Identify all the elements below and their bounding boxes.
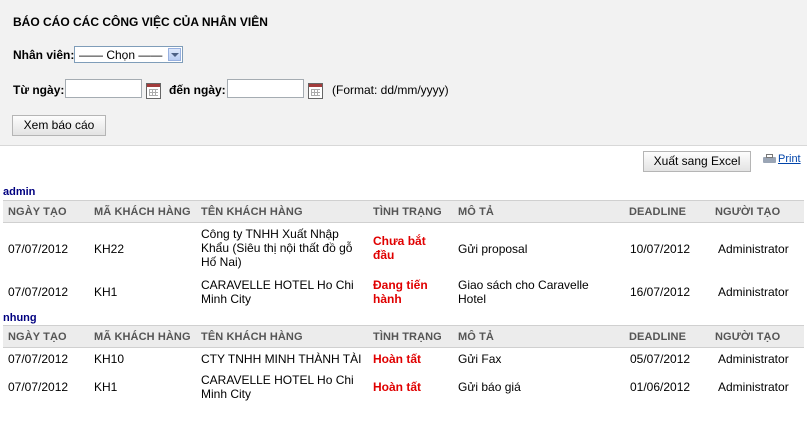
- to-date-input[interactable]: [227, 79, 304, 98]
- print-label: Print: [778, 153, 801, 165]
- cell-date: 07/07/2012: [8, 285, 69, 299]
- cell-code: KH1: [94, 285, 118, 299]
- col-header: DEADLINE: [629, 331, 687, 343]
- cell-creator: Administrator: [718, 242, 789, 256]
- calendar-icon[interactable]: [146, 83, 161, 99]
- table-header: NGÀY TẠO MÃ KHÁCH HÀNG TÊN KHÁCH HÀNG TÌ…: [3, 325, 804, 348]
- cell-desc: Giao sách cho Caravelle Hotel: [458, 278, 589, 306]
- cell-desc: Gửi Fax: [458, 352, 502, 366]
- col-header: NGÀY TẠO: [8, 206, 67, 218]
- cell-desc: Gửi báo giá: [458, 380, 521, 394]
- col-header: MÔ TẢ: [458, 206, 494, 218]
- cell-date: 07/07/2012: [8, 352, 69, 366]
- cell-creator: Administrator: [718, 380, 789, 394]
- cell-status: Hoàn tất: [373, 380, 421, 394]
- cell-date: 07/07/2012: [8, 242, 69, 256]
- cell-creator: Administrator: [718, 352, 789, 366]
- filter-panel: BÁO CÁO CÁC CÔNG VIỆC CỦA NHÂN VIÊN Nhân…: [0, 0, 807, 146]
- employee-select-value: —— Chọn ——: [79, 48, 163, 62]
- cell-customer: CARAVELLE HOTEL Ho Chi Minh City: [201, 373, 354, 401]
- cell-deadline: 16/07/2012: [630, 285, 691, 299]
- col-header: NGƯỜI TẠO: [715, 331, 781, 343]
- cell-customer: Công ty TNHH Xuất Nhập Khẩu (Siêu thị nộ…: [201, 227, 353, 269]
- view-report-button[interactable]: Xem báo cáo: [12, 115, 106, 136]
- col-header: MÃ KHÁCH HÀNG: [94, 206, 191, 218]
- date-format-hint: (Format: dd/mm/yyyy): [332, 83, 449, 97]
- print-link[interactable]: Print: [763, 153, 801, 165]
- employee-select[interactable]: —— Chọn ——: [74, 46, 183, 63]
- to-date-label: đến ngày:: [169, 83, 226, 97]
- from-date-input[interactable]: [65, 79, 142, 98]
- employee-label: Nhân viên:: [13, 48, 75, 62]
- printer-icon: [763, 153, 776, 165]
- calendar-icon[interactable]: [308, 83, 323, 99]
- col-header: TÊN KHÁCH HÀNG: [201, 331, 303, 343]
- cell-deadline: 10/07/2012: [630, 242, 691, 256]
- from-date-label: Từ ngày:: [13, 83, 65, 97]
- group-label: admin: [3, 186, 36, 198]
- col-header: NGÀY TẠO: [8, 331, 67, 343]
- col-header: MÔ TẢ: [458, 331, 494, 343]
- cell-status: Hoàn tất: [373, 352, 421, 366]
- cell-code: KH1: [94, 380, 118, 394]
- cell-deadline: 05/07/2012: [630, 352, 691, 366]
- cell-date: 07/07/2012: [8, 380, 69, 394]
- page-title: BÁO CÁO CÁC CÔNG VIỆC CỦA NHÂN VIÊN: [13, 15, 268, 29]
- cell-code: KH22: [94, 242, 125, 256]
- col-header: TÌNH TRẠNG: [373, 206, 442, 218]
- col-header: DEADLINE: [629, 206, 687, 218]
- chevron-down-icon[interactable]: [168, 48, 181, 61]
- cell-creator: Administrator: [718, 285, 789, 299]
- table-header: NGÀY TẠO MÃ KHÁCH HÀNG TÊN KHÁCH HÀNG TÌ…: [3, 200, 804, 223]
- cell-deadline: 01/06/2012: [630, 380, 691, 394]
- cell-customer: CARAVELLE HOTEL Ho Chi Minh City: [201, 278, 354, 306]
- col-header: TÌNH TRẠNG: [373, 331, 442, 343]
- cell-status: Đang tiến hành: [373, 278, 428, 306]
- cell-customer: CTY TNHH MINH THÀNH TÀI: [201, 352, 362, 366]
- col-header: NGƯỜI TẠO: [715, 206, 781, 218]
- cell-code: KH10: [94, 352, 125, 366]
- group-label: nhung: [3, 312, 37, 324]
- col-header: MÃ KHÁCH HÀNG: [94, 331, 191, 343]
- cell-desc: Gửi proposal: [458, 242, 528, 256]
- cell-status: Chưa bắt đầu: [373, 234, 426, 262]
- col-header: TÊN KHÁCH HÀNG: [201, 206, 303, 218]
- export-excel-button[interactable]: Xuất sang Excel: [643, 151, 751, 172]
